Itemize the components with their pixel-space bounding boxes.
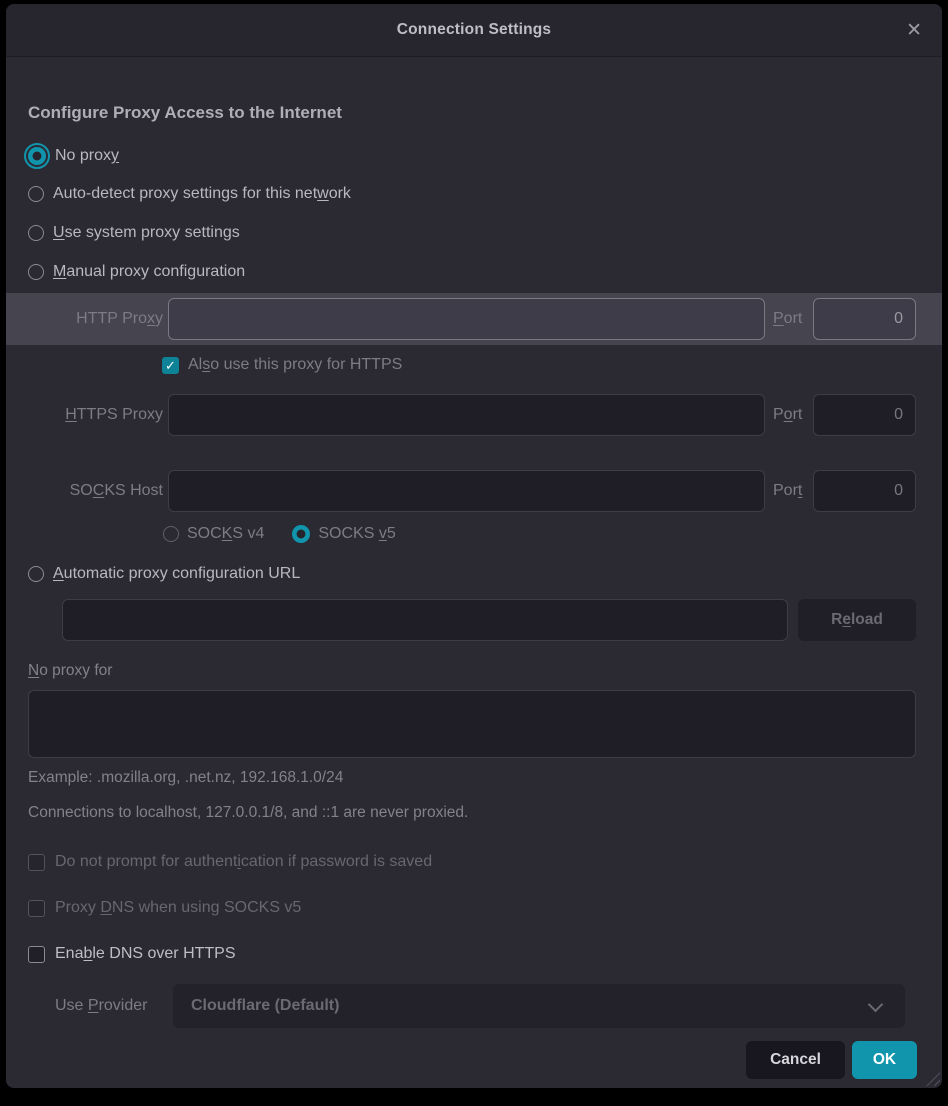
also-https-row: ✓ Also use this proxy for HTTPS (162, 352, 402, 378)
doh-label: Enable DNS over HTTPS (55, 945, 236, 963)
dialog-titlebar: Connection Settings ✕ (6, 4, 942, 57)
manual-proxy-radio[interactable] (28, 264, 44, 280)
resize-handle[interactable] (926, 1072, 940, 1086)
doh-checkbox[interactable] (28, 946, 45, 963)
auto-detect-radio[interactable] (28, 186, 44, 202)
chevron-down-icon (868, 996, 884, 1012)
use-system-radio[interactable] (28, 225, 44, 241)
proxy-mode-auto-detect: Auto-detect proxy settings for this netw… (28, 179, 351, 209)
doh-provider-value: Cloudflare (Default) (191, 997, 870, 1015)
ok-button[interactable]: OK (852, 1041, 917, 1079)
proxy-mode-auto-url: Automatic proxy configuration URL (28, 559, 300, 589)
socks-v5-radio[interactable] (292, 525, 310, 543)
http-proxy-row: HTTP Proxy Port (6, 293, 942, 345)
no-auth-prompt-row: Do not prompt for authentication if pass… (28, 849, 432, 875)
socks-host-input[interactable] (168, 470, 765, 512)
doh-provider-select[interactable]: Cloudflare (Default) (173, 984, 905, 1028)
proxy-dns-row: Proxy DNS when using SOCKS v5 (28, 895, 301, 921)
also-https-label: Also use this proxy for HTTPS (188, 356, 402, 374)
auto-url-radio[interactable] (28, 566, 44, 582)
no-auth-prompt-label: Do not prompt for authentication if pass… (55, 853, 432, 871)
socks-host-label: SOCKS Host (6, 482, 163, 500)
no-proxy-label: No proxy (55, 147, 119, 165)
socks-v4-radio[interactable] (163, 526, 179, 542)
https-proxy-label: HTTPS Proxy (6, 406, 163, 424)
no-proxy-radio[interactable] (28, 147, 46, 165)
manual-proxy-label: Manual proxy configuration (53, 263, 245, 281)
socks-host-row: SOCKS Host Port (6, 469, 942, 513)
dialog-title: Connection Settings (397, 21, 552, 39)
auto-url-label: Automatic proxy configuration URL (53, 565, 300, 583)
also-https-checkbox[interactable]: ✓ (162, 357, 179, 374)
doh-row: Enable DNS over HTTPS (28, 941, 236, 967)
cancel-button[interactable]: Cancel (746, 1041, 845, 1079)
socks-port-input[interactable] (813, 470, 916, 512)
autoconfig-row: Reload (62, 598, 916, 642)
http-proxy-label: HTTP Proxy (6, 310, 163, 328)
autoconfig-url-input[interactable] (62, 599, 788, 641)
connection-settings-dialog: Connection Settings ✕ Configure Proxy Ac… (6, 4, 942, 1088)
http-proxy-input[interactable] (168, 298, 765, 340)
socks-version-row: SOCKS v4 SOCKS v5 (163, 521, 396, 547)
no-proxy-for-textarea[interactable] (28, 690, 916, 758)
doh-provider-label: Use Provider (55, 994, 147, 1018)
auto-detect-label: Auto-detect proxy settings for this netw… (53, 185, 351, 203)
proxy-mode-use-system: Use system proxy settings (28, 218, 240, 248)
https-proxy-input[interactable] (168, 394, 765, 436)
close-icon[interactable]: ✕ (906, 4, 922, 56)
socks-port-label: Port (773, 482, 808, 500)
use-system-label: Use system proxy settings (53, 224, 240, 242)
proxy-dns-label: Proxy DNS when using SOCKS v5 (55, 899, 301, 917)
proxy-mode-manual: Manual proxy configuration (28, 257, 245, 287)
https-port-label: Port (773, 406, 808, 424)
socks-v4-label: SOCKS v4 (187, 525, 264, 543)
page-title: Configure Proxy Access to the Internet (28, 103, 342, 123)
http-port-input[interactable] (813, 298, 916, 340)
no-proxy-example: Example: .mozilla.org, .net.nz, 192.168.… (28, 767, 343, 789)
proxy-mode-no-proxy: No proxy (28, 141, 119, 171)
http-port-label: Port (773, 310, 808, 328)
socks-v5-label: SOCKS v5 (318, 525, 395, 543)
https-proxy-row: HTTPS Proxy Port (6, 393, 942, 437)
no-proxy-note: Connections to localhost, 127.0.0.1/8, a… (28, 802, 468, 824)
reload-button[interactable]: Reload (798, 599, 916, 641)
proxy-dns-checkbox[interactable] (28, 900, 45, 917)
check-icon: ✓ (165, 359, 176, 372)
no-proxy-for-label: No proxy for (28, 659, 112, 683)
no-auth-prompt-checkbox[interactable] (28, 854, 45, 871)
https-port-input[interactable] (813, 394, 916, 436)
